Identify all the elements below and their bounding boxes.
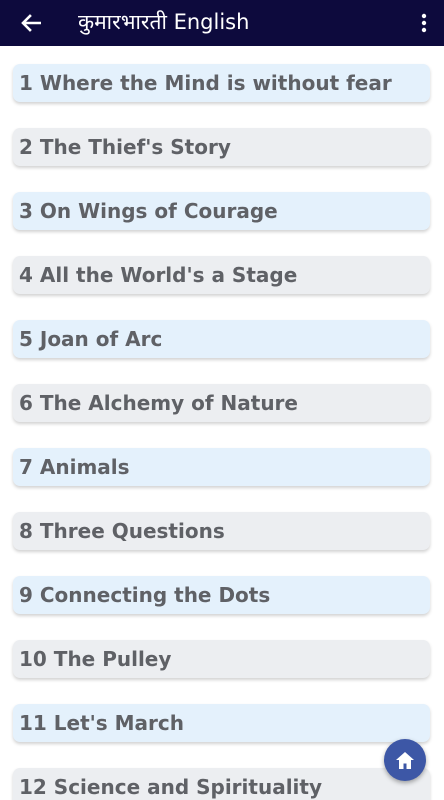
chapter-item[interactable]: 9 Connecting the Dots [13, 576, 430, 614]
app-title: कुमारभारती English [78, 10, 250, 34]
more-vertical-icon [421, 13, 427, 33]
arrow-left-icon [21, 14, 41, 32]
chapter-item[interactable]: 10 The Pulley [13, 640, 430, 678]
chapter-item[interactable]: 7 Animals [13, 448, 430, 486]
chapter-item[interactable]: 12 Science and Spirituality [13, 768, 430, 800]
overflow-menu-button[interactable] [414, 8, 434, 38]
chapter-item[interactable]: 5 Joan of Arc [13, 320, 430, 358]
app-bar: कुमारभारती English [0, 0, 444, 46]
chapter-item[interactable]: 8 Three Questions [13, 512, 430, 550]
chapter-item[interactable]: 6 The Alchemy of Nature [13, 384, 430, 422]
chapter-item[interactable]: 4 All the World's a Stage [13, 256, 430, 294]
chapter-item[interactable]: 11 Let's March [13, 704, 430, 742]
chapter-item[interactable]: 2 The Thief's Story [13, 128, 430, 166]
app-screen: कुमारभारती English 1 Where the Mind is w… [0, 0, 444, 800]
home-button[interactable] [384, 739, 426, 781]
chapter-item[interactable]: 1 Where the Mind is without fear [13, 64, 430, 102]
home-icon [396, 751, 414, 769]
back-button[interactable] [16, 8, 46, 38]
chapter-item[interactable]: 3 On Wings of Courage [13, 192, 430, 230]
